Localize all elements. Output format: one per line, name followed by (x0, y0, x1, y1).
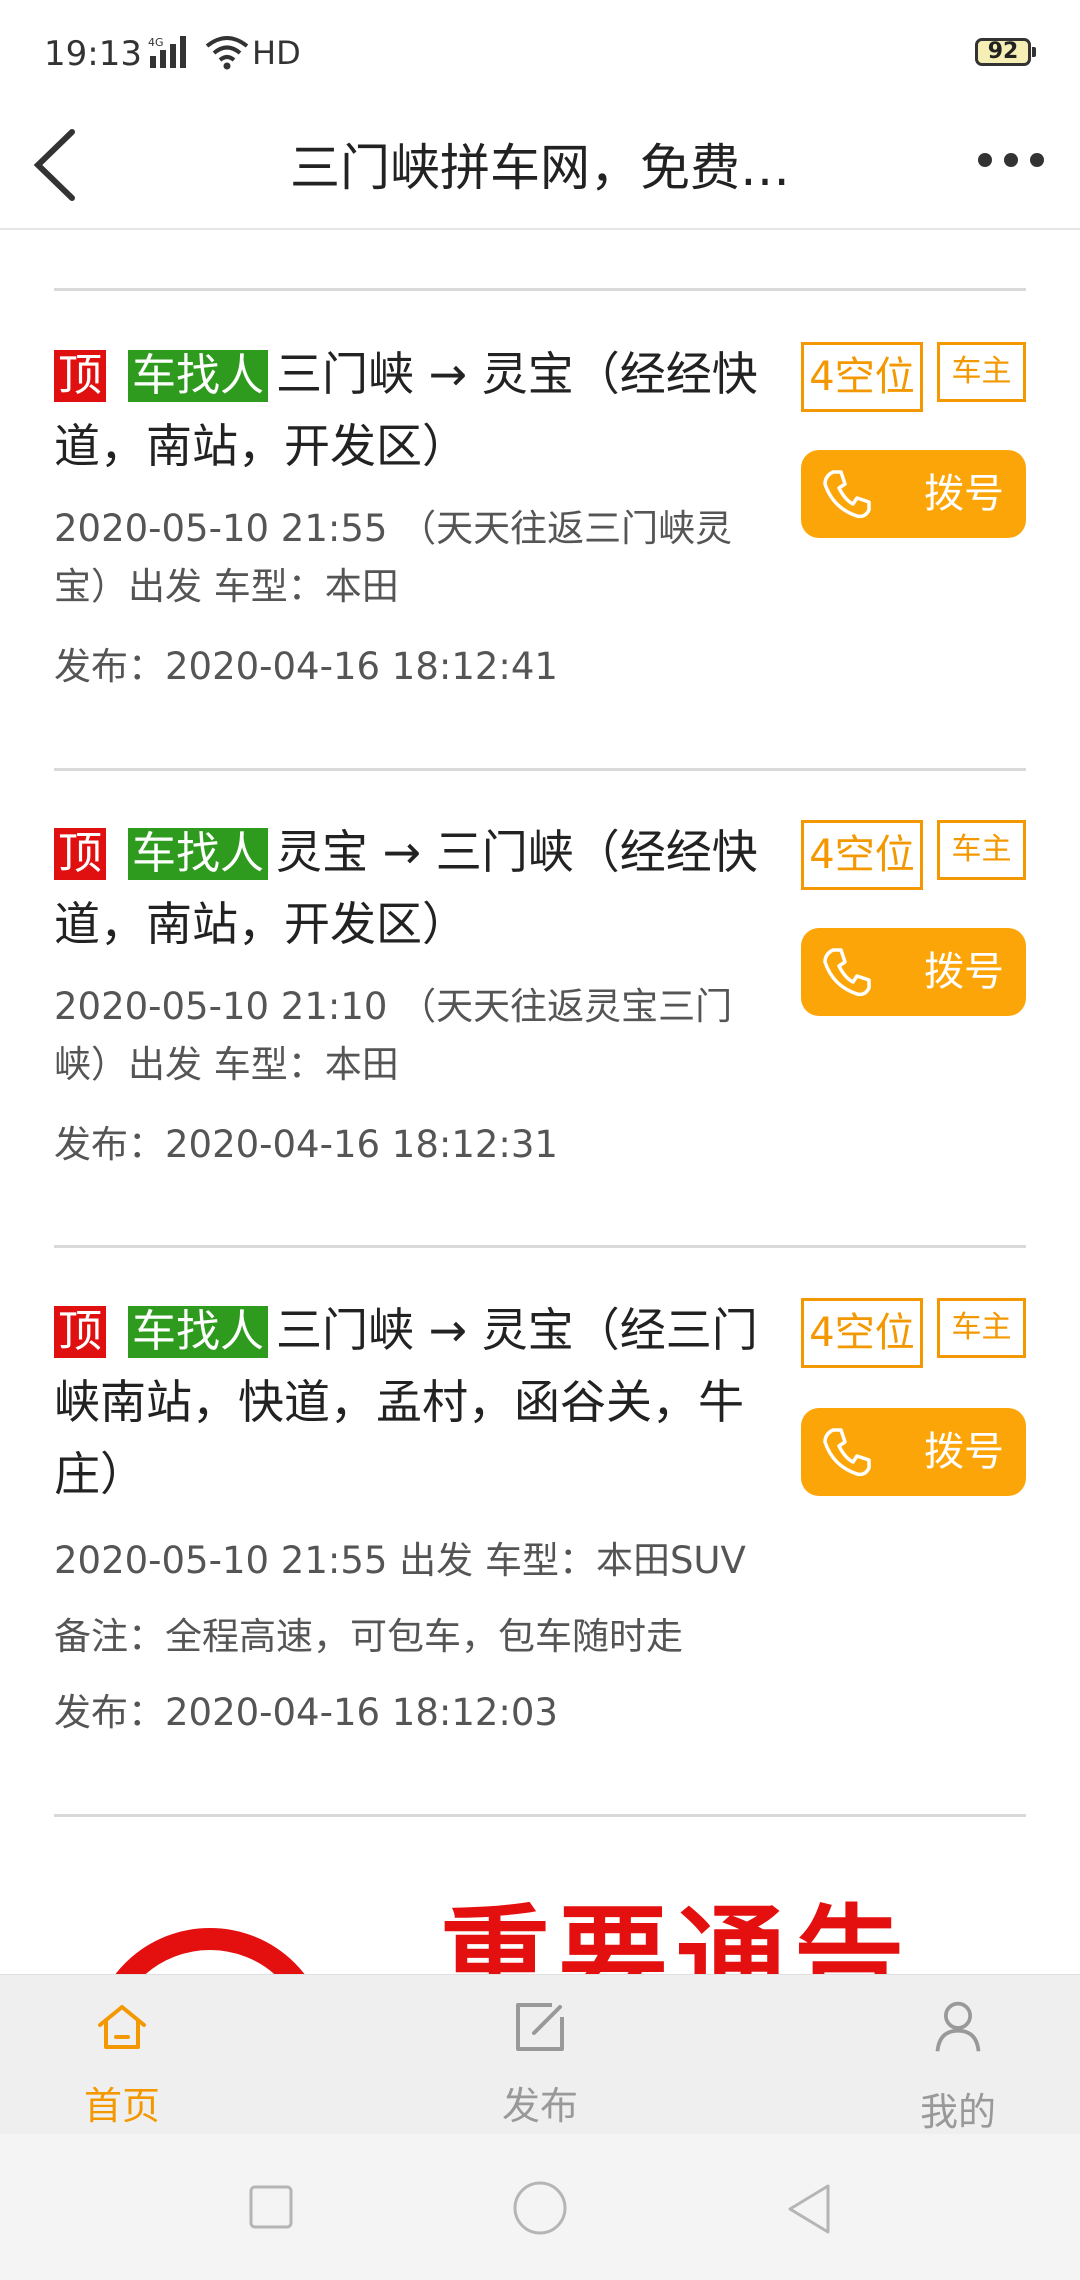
dial-label: 拨号 (924, 471, 1004, 517)
nav-publish[interactable]: 发布 (440, 1975, 640, 2135)
nav-label: 首页 (83, 2084, 160, 2128)
dial-label: 拨号 (924, 1429, 1004, 1475)
nav-mine[interactable]: 我的 (858, 1975, 1058, 2135)
publish-time: 发布：2020-04-16 18:12:03 (54, 1691, 558, 1734)
phone-icon (823, 948, 871, 997)
phone-icon (823, 470, 871, 519)
seats-badge: 4空位 (801, 1298, 923, 1368)
hd-indicator: HD (252, 34, 301, 72)
user-icon (935, 2001, 981, 2052)
dial-label: 拨号 (924, 949, 1004, 995)
seats-badge: 4空位 (801, 820, 923, 890)
nav-label: 发布 (501, 2084, 578, 2128)
svg-text:4G: 4G (148, 36, 164, 49)
type-tag: 车找人 (128, 1306, 268, 1358)
home-icon (98, 2005, 146, 2049)
departure-detail: 2020-05-10 21:10 （天天往返灵宝三门峡）出发 车型：本田 (54, 985, 733, 1086)
bottom-navigation: 首页 发布 我的 (0, 1974, 1080, 2135)
listing-item[interactable]: 顶车找人 三门峡 → 灵宝（经三门峡南站，快道，孟村，函谷关，牛庄） 2020-0… (54, 1294, 1026, 1734)
divider (54, 288, 1026, 291)
role-badge: 车主 (937, 820, 1026, 880)
edit-icon (516, 2003, 564, 2051)
divider (54, 1245, 1026, 1248)
divider (54, 768, 1026, 771)
system-back-icon[interactable] (784, 2182, 834, 2236)
publish-time: 发布：2020-04-16 18:12:31 (54, 1123, 558, 1166)
back-arrow-icon[interactable] (30, 120, 90, 210)
page-title: 三门峡拼车网，免费… (290, 139, 790, 197)
listing-note: 备注：全程高速，可包车，包车随时走 (54, 1615, 683, 1658)
nav-label: 我的 (919, 2090, 996, 2134)
publish-time: 发布：2020-04-16 18:12:41 (54, 645, 558, 688)
listing-route-line: 顶车找人 三门峡 → 灵宝（经三门峡南站，快道，孟村，函谷关，牛庄） (54, 1294, 784, 1510)
recent-apps-icon[interactable] (248, 2184, 294, 2230)
departure-detail: 2020-05-10 21:55 （天天往返三门峡灵宝）出发 车型：本田 (54, 507, 733, 608)
top-tag: 顶 (54, 1306, 106, 1358)
banner-title: 重要通告 (440, 1894, 912, 1974)
dial-button[interactable]: 拨号 (801, 1408, 1026, 1496)
battery-icon: 92 (975, 38, 1036, 66)
divider (54, 1814, 1026, 1817)
top-bar: 三门峡拼车网，免费… (0, 100, 1080, 230)
listing-route-line: 顶车找人 灵宝 → 三门峡（经经快道，南站，开发区） (54, 816, 784, 960)
wifi-icon (205, 36, 249, 70)
banner-prohibition-icon (90, 1928, 330, 1974)
top-tag: 顶 (54, 350, 106, 402)
role-badge: 车主 (937, 342, 1026, 402)
more-options-icon[interactable] (975, 150, 1047, 170)
dial-button[interactable]: 拨号 (801, 928, 1026, 1016)
role-badge: 车主 (937, 1298, 1026, 1358)
status-bar: 19:13 4G HD 92 (0, 0, 1080, 100)
listing-feed[interactable]: 顶车找人 三门峡 → 灵宝（经经快道，南站，开发区） 2020-05-10 21:… (0, 228, 1080, 1974)
listing-item[interactable]: 顶车找人 三门峡 → 灵宝（经经快道，南站，开发区） 2020-05-10 21:… (54, 338, 1026, 698)
listing-route-line: 顶车找人 三门峡 → 灵宝（经经快道，南站，开发区） (54, 338, 784, 482)
dial-button[interactable]: 拨号 (801, 450, 1026, 538)
nav-home[interactable]: 首页 (22, 1975, 222, 2135)
signal-icon: 4G (148, 36, 186, 68)
system-navigation-bar (0, 2134, 1080, 2280)
top-tag: 顶 (54, 828, 106, 880)
type-tag: 车找人 (128, 350, 268, 402)
home-circle-icon[interactable] (512, 2180, 568, 2236)
phone-icon (823, 1428, 871, 1477)
type-tag: 车找人 (128, 828, 268, 880)
status-time: 19:13 (44, 34, 142, 74)
listing-item[interactable]: 顶车找人 灵宝 → 三门峡（经经快道，南站，开发区） 2020-05-10 21:… (54, 816, 1026, 1176)
seats-badge: 4空位 (801, 342, 923, 412)
departure-detail: 2020-05-10 21:55 出发 车型：本田SUV (54, 1539, 746, 1582)
